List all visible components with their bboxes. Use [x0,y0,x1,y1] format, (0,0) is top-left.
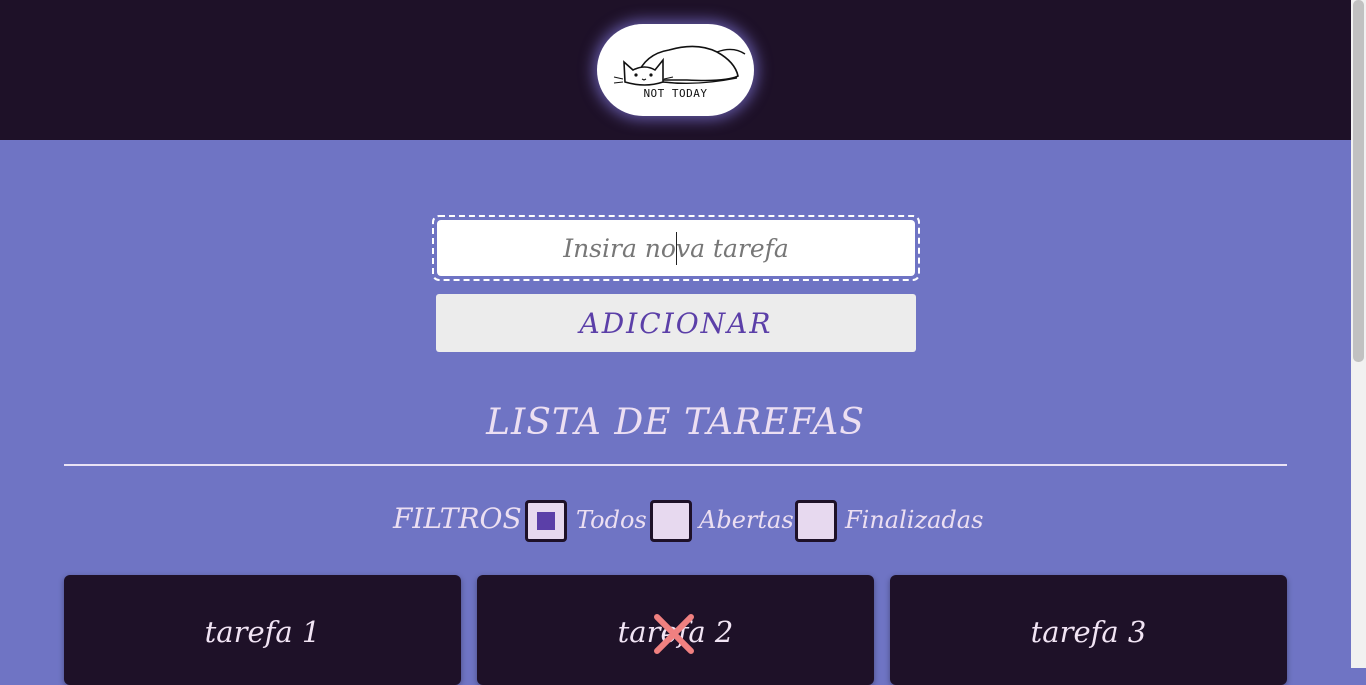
close-x-icon[interactable] [651,611,697,657]
logo-caption: NOT TODAY [643,87,708,100]
sleeping-cat-icon [613,45,746,86]
task-card[interactable]: tarefa 3 [890,575,1287,685]
filter-checkbox-abertas[interactable] [650,500,692,542]
app-header: NOT TODAY [0,0,1351,140]
list-title: LISTA DE TAREFAS [486,402,865,443]
add-task-button[interactable]: ADICIONAR [436,294,916,352]
checkbox-check-mark [537,512,555,530]
filter-label-abertas: Abertas [699,506,794,534]
app-logo: NOT TODAY [597,24,754,116]
task-text: tarefa 3 [1030,615,1147,649]
task-card[interactable]: tarefa 1 [64,575,461,685]
divider [64,464,1287,466]
filter-checkbox-finalizadas[interactable] [795,500,837,542]
vertical-scrollbar[interactable] [1351,0,1366,668]
filters-label: FILTROS [393,502,522,535]
task-text: tarefa 1 [204,615,321,649]
scrollbar-thumb[interactable] [1353,0,1364,362]
filter-label-todos: Todos [576,506,647,534]
filter-label-finalizadas: Finalizadas [845,506,984,534]
filter-checkbox-todos[interactable] [525,500,567,542]
text-caret [676,232,677,265]
